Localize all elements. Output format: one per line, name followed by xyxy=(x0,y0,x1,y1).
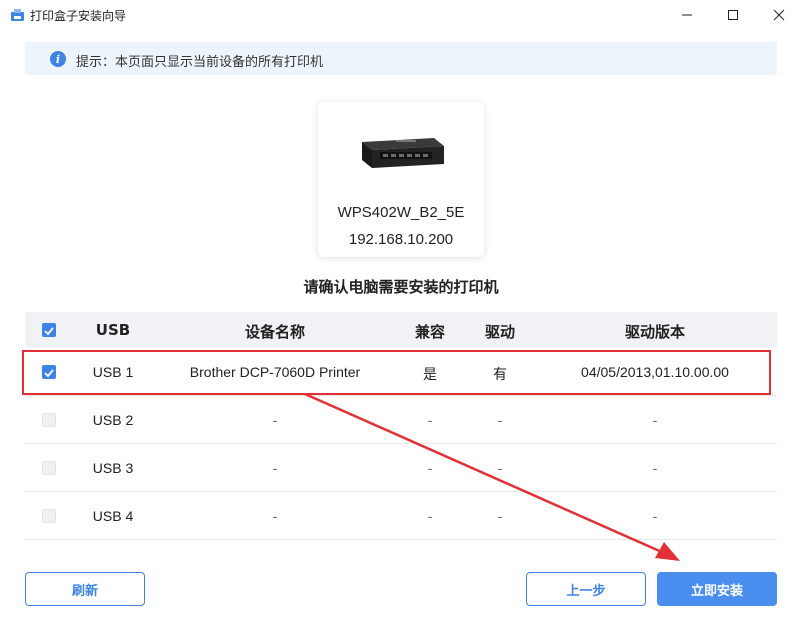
close-button[interactable] xyxy=(756,0,802,30)
row-checkbox[interactable] xyxy=(42,509,56,523)
cell-compat: - xyxy=(427,508,433,524)
select-all-checkbox[interactable] xyxy=(42,323,56,337)
install-now-button[interactable]: 立即安装 xyxy=(657,572,777,606)
header-usb: USB xyxy=(95,321,131,339)
maximize-icon xyxy=(728,10,738,20)
cell-usb: USB 3 xyxy=(92,460,134,476)
printer-icon xyxy=(11,9,24,21)
cell-driver-version: - xyxy=(652,460,658,476)
cell-device-name: - xyxy=(272,508,278,524)
header-driver: 驱动 xyxy=(484,323,515,341)
cell-device-name: - xyxy=(272,412,278,428)
cell-compat: - xyxy=(427,412,433,428)
maximize-button[interactable] xyxy=(710,0,756,30)
window-title: 打印盒子安装向导 xyxy=(30,9,127,23)
info-icon: i xyxy=(50,51,66,67)
cell-driver: - xyxy=(497,412,503,428)
section-title: 请确认电脑需要安装的打印机 xyxy=(303,278,499,296)
minimize-icon xyxy=(682,14,692,16)
print-server-device-image xyxy=(362,138,444,168)
table-row[interactable]: USB 2 - - - - xyxy=(25,396,777,444)
cell-compat: - xyxy=(427,460,433,476)
cell-driver-version: - xyxy=(652,508,658,524)
header-compat: 兼容 xyxy=(414,323,445,341)
cell-driver: - xyxy=(497,460,503,476)
notice-text: 提示：本页面只显示当前设备的所有打印机 xyxy=(76,55,324,70)
close-icon xyxy=(773,9,785,21)
header-driver-version: 驱动版本 xyxy=(624,323,685,341)
notice-bar: i 提示：本页面只显示当前设备的所有打印机 xyxy=(25,42,777,75)
cell-device-name: - xyxy=(272,460,278,476)
cell-usb: USB 4 xyxy=(92,508,134,524)
previous-step-button[interactable]: 上一步 xyxy=(526,572,646,606)
device-ip: 192.168.10.200 xyxy=(348,231,454,248)
minimize-button[interactable] xyxy=(664,0,710,30)
cell-usb: USB 2 xyxy=(92,412,134,428)
cell-driver: - xyxy=(497,508,503,524)
row-checkbox[interactable] xyxy=(42,461,56,475)
device-card: WPS402W_B2_5E 192.168.10.200 xyxy=(318,102,484,257)
checkmark-icon xyxy=(44,327,54,336)
table-header: USB 设备名称 兼容 驱动 驱动版本 xyxy=(25,312,777,348)
row-checkbox[interactable] xyxy=(42,413,56,427)
highlight-box xyxy=(22,350,771,395)
table-row[interactable]: USB 4 - - - - xyxy=(25,492,777,540)
refresh-button[interactable]: 刷新 xyxy=(25,572,145,606)
cell-driver-version: - xyxy=(652,412,658,428)
table-row[interactable]: USB 3 - - - - xyxy=(25,444,777,492)
header-device-name: 设备名称 xyxy=(244,323,305,341)
title-bar: 打印盒子安装向导 xyxy=(0,0,802,30)
device-name: WPS402W_B2_5E xyxy=(337,204,465,221)
